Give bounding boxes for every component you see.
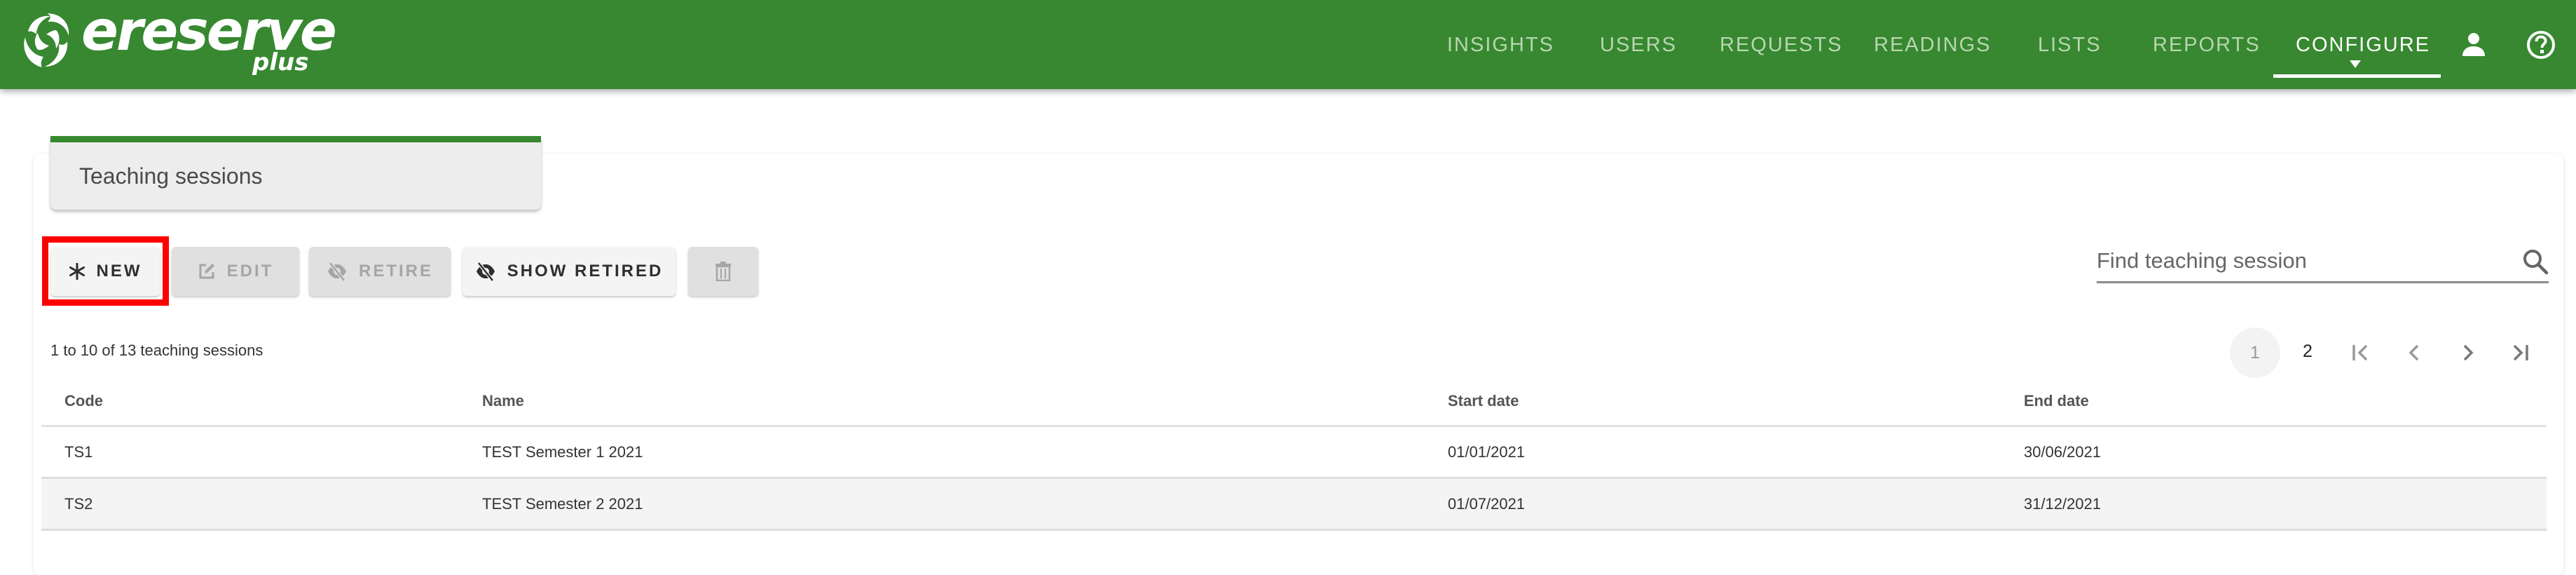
- cell-start-date: 01/07/2021: [1448, 494, 1526, 513]
- edit-button-label: EDIT: [226, 262, 274, 280]
- user-icon: [2462, 33, 2485, 56]
- nav-reports[interactable]: REPORTS: [2153, 31, 2261, 59]
- eye-off-icon: [327, 262, 346, 282]
- logo-subtext: plus: [252, 48, 309, 76]
- table-row[interactable]: TS1 TEST Semester 1 2021 01/01/2021 30/0…: [41, 427, 2547, 479]
- page-title: Teaching sessions: [79, 163, 263, 189]
- dropdown-caret-icon: [2350, 60, 2361, 68]
- eye-off-icon: [476, 262, 495, 282]
- previous-page-icon[interactable]: [2405, 343, 2425, 363]
- cell-name: TEST Semester 2 2021: [482, 494, 643, 513]
- table-row[interactable]: TS2 TEST Semester 2 2021 01/07/2021 31/1…: [41, 479, 2547, 531]
- nav-insights[interactable]: INSIGHTS: [1447, 31, 1554, 59]
- edit-button[interactable]: EDIT: [172, 247, 299, 296]
- cell-code: TS2: [64, 494, 93, 513]
- page-2-button[interactable]: 2: [2303, 341, 2313, 362]
- edit-icon: [199, 264, 214, 279]
- cell-code: TS1: [64, 442, 93, 461]
- page-1-label: 1: [2250, 342, 2260, 363]
- top-nav-bar: ereserve plus INSIGHTS USERS REQUESTS RE…: [0, 0, 2576, 89]
- first-page-icon[interactable]: [2351, 343, 2371, 363]
- trash-icon: [715, 262, 731, 281]
- cell-name: TEST Semester 1 2021: [482, 442, 643, 461]
- search-icon[interactable]: [2522, 248, 2549, 275]
- page-title-tab: Teaching sessions: [50, 136, 541, 210]
- search-field: [2097, 243, 2549, 283]
- teaching-sessions-table: Code Name Start date End date TS1 TEST S…: [41, 377, 2547, 531]
- last-page-icon[interactable]: [2510, 343, 2530, 363]
- cell-start-date: 01/01/2021: [1448, 442, 1526, 461]
- ereserve-logo[interactable]: ereserve plus: [21, 4, 337, 79]
- next-page-icon[interactable]: [2458, 343, 2477, 363]
- swirl-logo-icon: [24, 13, 69, 67]
- active-nav-indicator: [2273, 74, 2441, 78]
- column-header-start-date[interactable]: Start date: [1448, 377, 1519, 425]
- show-retired-button-label: SHOW RETIRED: [507, 262, 664, 280]
- nav-configure[interactable]: CONFIGURE: [2296, 31, 2430, 59]
- column-header-end-date[interactable]: End date: [2024, 377, 2089, 425]
- nav-requests[interactable]: REQUESTS: [1720, 31, 1843, 59]
- new-button-label: NEW: [96, 262, 142, 280]
- column-header-name[interactable]: Name: [482, 377, 524, 425]
- delete-button[interactable]: [688, 247, 758, 296]
- search-input[interactable]: [2097, 245, 2503, 276]
- help-button[interactable]: [2526, 29, 2556, 64]
- nav-users[interactable]: USERS: [1600, 31, 1677, 59]
- nav-readings[interactable]: READINGS: [1874, 31, 1991, 59]
- page-1-button[interactable]: 1: [2230, 327, 2280, 378]
- help-icon: [2527, 31, 2555, 59]
- cell-end-date: 31/12/2021: [2024, 494, 2102, 513]
- show-retired-button[interactable]: SHOW RETIRED: [463, 247, 676, 296]
- new-button[interactable]: NEW: [50, 247, 160, 296]
- asterisk-icon: [69, 263, 85, 280]
- user-account-button[interactable]: [2460, 31, 2488, 62]
- retire-button-label: RETIRE: [358, 262, 433, 280]
- table-header-row: Code Name Start date End date: [41, 377, 2547, 427]
- cell-end-date: 30/06/2021: [2024, 442, 2102, 461]
- column-header-code[interactable]: Code: [64, 377, 103, 425]
- retire-button[interactable]: RETIRE: [309, 247, 451, 296]
- results-count: 1 to 10 of 13 teaching sessions: [50, 341, 263, 359]
- nav-lists[interactable]: LISTS: [2038, 31, 2102, 59]
